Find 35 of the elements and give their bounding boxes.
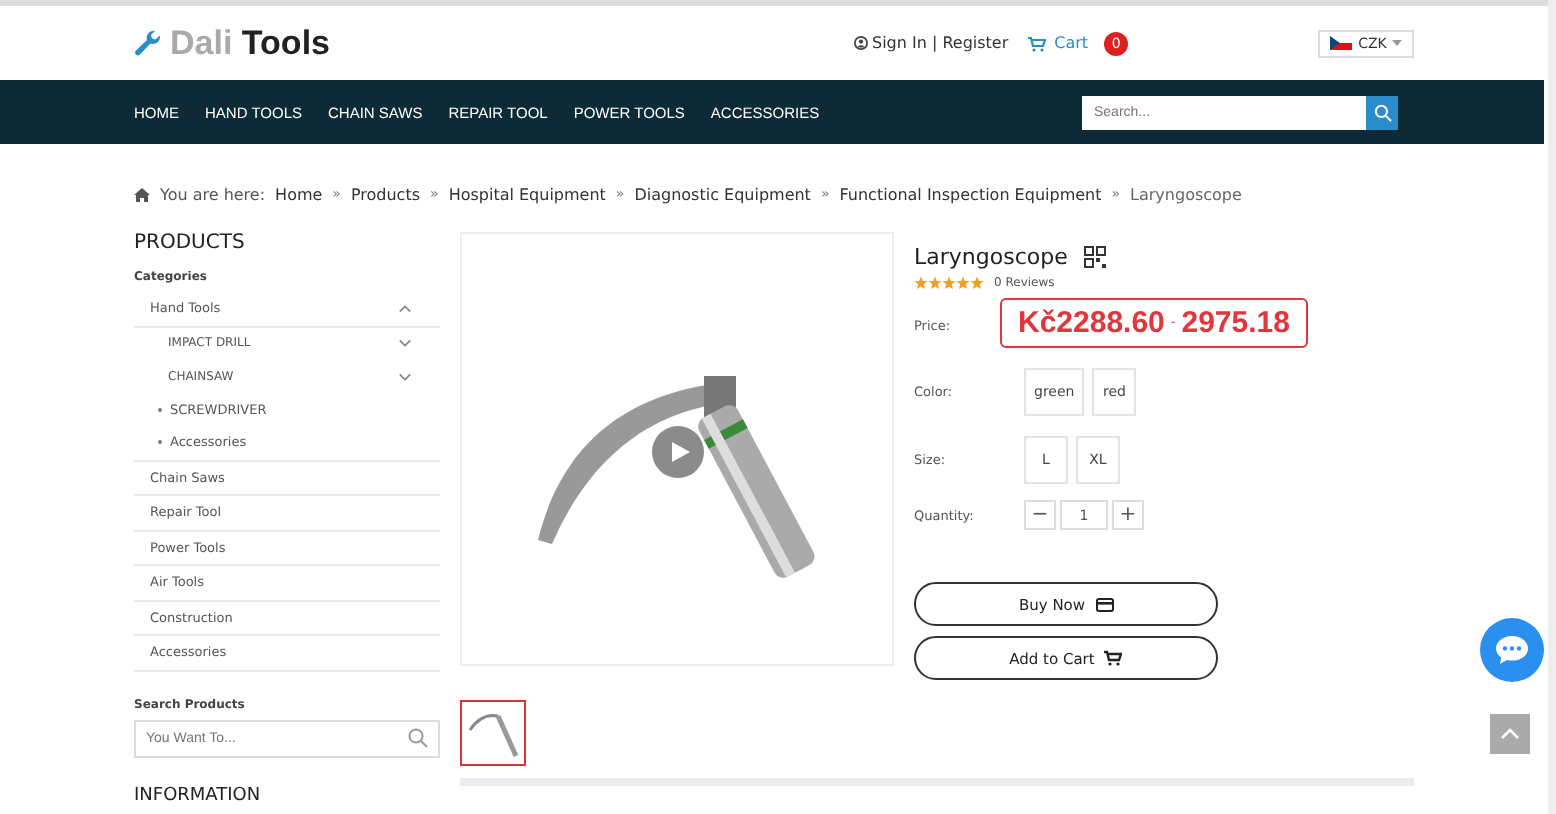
sign-in-link[interactable]: Sign In | Register <box>872 34 1009 52</box>
breadcrumb-link[interactable]: Diagnostic Equipment <box>634 185 811 203</box>
credit-card-icon <box>1095 597 1114 611</box>
caret-icon <box>1392 40 1403 46</box>
increase-button[interactable]: + <box>1112 500 1144 530</box>
breadcrumb-link[interactable]: Home <box>275 185 323 203</box>
play-button[interactable] <box>652 426 704 478</box>
logo-text[interactable]: Dali Tools <box>170 23 330 63</box>
breadcrumb-link[interactable]: Hospital Equipment <box>448 185 606 203</box>
back-to-top-button[interactable] <box>1490 714 1530 754</box>
chevron-icon[interactable] <box>398 338 412 349</box>
cart-icon[interactable] <box>1028 35 1047 51</box>
user-icon <box>854 36 868 50</box>
flag-icon <box>1330 36 1353 50</box>
decrease-button[interactable]: − <box>1024 500 1056 530</box>
product-title: Laryngoscope <box>914 244 1068 270</box>
search-button[interactable] <box>1366 95 1398 129</box>
chat-button[interactable] <box>1480 618 1544 682</box>
breadcrumb-link[interactable]: Functional Inspection Equipment <box>839 185 1102 203</box>
chevron-up-icon <box>1500 728 1520 740</box>
qr-code-icon[interactable] <box>1083 246 1106 268</box>
cart-link[interactable]: Cart <box>1054 34 1089 52</box>
chevron-icon[interactable] <box>398 371 412 382</box>
search-icon <box>408 728 428 748</box>
breadcrumb-link[interactable]: Products <box>350 185 421 203</box>
information-heading: INFORMATION <box>134 785 263 805</box>
chevron-icon[interactable] <box>398 303 412 314</box>
product-thumbnail[interactable] <box>460 700 526 766</box>
home-icon <box>134 187 150 201</box>
sidebar-title: PRODUCTS <box>134 232 247 254</box>
chat-bubble-icon <box>1494 634 1530 666</box>
breadcrumb-label: You are here: <box>160 185 266 203</box>
search-icon <box>1373 103 1391 121</box>
wrench-icon <box>134 29 162 57</box>
cart-icon <box>1104 650 1123 666</box>
